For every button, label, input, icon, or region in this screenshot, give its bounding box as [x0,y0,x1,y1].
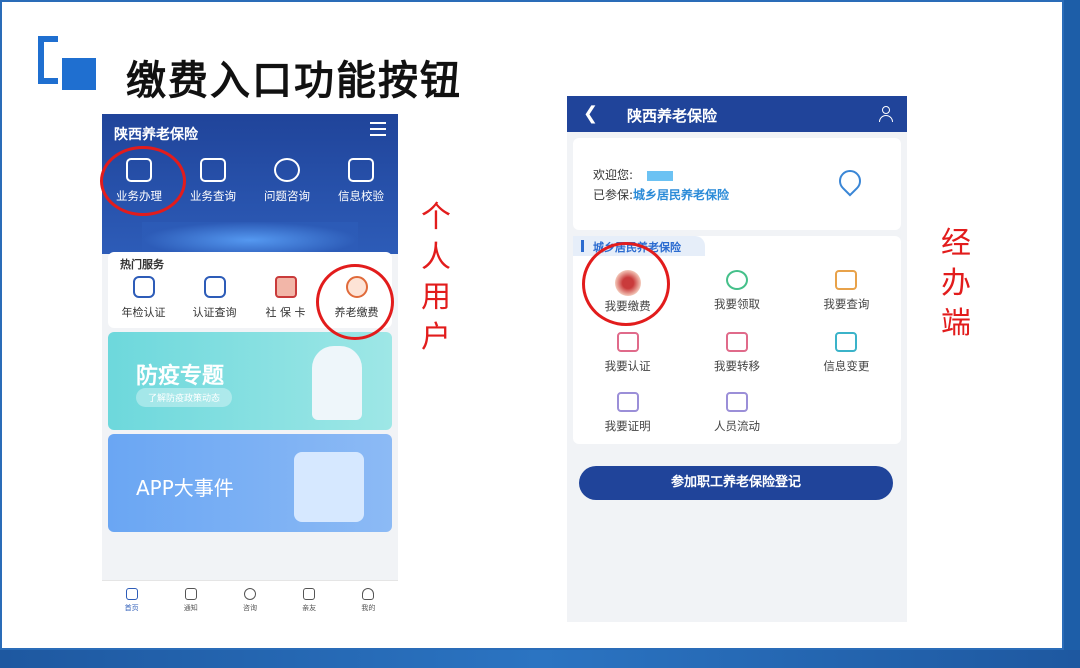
welcome-line: 欢迎您: [593,166,674,183]
banner-link[interactable]: 了解防疫政策动态 [136,388,233,407]
social-card-icon [274,276,297,298]
grid-label: 我要证明 [604,419,651,433]
grid-label: 我要认证 [604,359,651,373]
question-icon [274,158,300,182]
welcome-text: 欢迎您: [593,168,634,182]
chat-icon [243,588,256,600]
tool-consult[interactable]: 问题咨询 [252,158,322,204]
bottom-bar [0,650,1080,668]
camera-icon [616,332,639,352]
slide-title: 缴费入口功能按钮 [126,58,462,104]
hot-label: 社 保 卡 [265,306,306,319]
tab-family[interactable]: 亲友 [289,588,329,613]
tab-notice[interactable]: 通知 [171,588,211,613]
app-events-banner[interactable]: APP大事件 [108,434,392,532]
tab-bar: 首页 通知 咨询 亲友 我的 [102,580,398,620]
grid-transfer[interactable]: 我要转移 [682,332,791,374]
register-button[interactable]: 参加职工养老保险登记 [579,466,893,500]
home-icon [125,588,138,600]
highlight-circle-business [100,146,186,216]
highlight-circle-pay [582,242,670,326]
tool-query[interactable]: 业务查询 [178,158,248,204]
agency-app-screenshot: ❮ 陕西养老保险 欢迎您: 已参保:城乡居民养老保险 城乡居民养老保险 我要缴费… [567,96,907,622]
tab-label: 我的 [361,604,376,612]
app-title: 陕西养老保险 [114,127,198,143]
slide-logo-icon [38,36,96,92]
insured-line: 已参保:城乡居民养老保险 [593,186,729,203]
grid-certificate[interactable]: 我要证明 [573,392,682,434]
grid-label: 我要领取 [713,297,760,311]
label-char: 用 [421,280,451,315]
flow-icon [725,392,748,412]
person-illustration [294,452,364,522]
query-icon [835,270,858,290]
hot-services-title: 热门服务 [120,258,164,271]
tool-verify[interactable]: 信息校验 [326,158,396,204]
change-info-icon [835,332,858,352]
transfer-icon [725,332,748,352]
certificate-icon [616,392,639,412]
menu-icon[interactable] [370,122,386,136]
welcome-card: 欢迎您: 已参保:城乡居民养老保险 [573,138,901,230]
tab-label: 咨询 [242,604,257,612]
tab-label: 首页 [124,604,139,612]
tab-label: 通知 [183,604,198,612]
shield-user-icon [132,276,155,298]
grid-label: 我要转移 [713,359,760,373]
hot-label: 认证查询 [192,306,237,319]
user-icon[interactable] [879,106,893,122]
slide: 缴费入口功能按钮 陕西养老保险 业务办理 业务查询 问题咨询 信息校验 热门服务… [0,0,1064,650]
app-header: ❮ 陕西养老保险 [567,96,907,132]
tab-consult[interactable]: 咨询 [230,588,270,613]
grid-label: 人员流动 [713,419,760,433]
banner-title: 防疫专题 [136,364,225,389]
hot-auth-query[interactable]: 认证查询 [181,276,249,320]
grid-label: 我要查询 [823,297,870,311]
label-char: 户 [421,320,451,355]
insured-label: 已参保: [593,188,634,202]
masked-name [647,170,674,181]
grid-label: 信息变更 [823,359,870,373]
tab-label: 亲友 [302,604,317,612]
tab-mine[interactable]: 我的 [348,588,388,613]
tool-label: 信息校验 [338,189,384,203]
app-title: 陕西养老保险 [627,107,718,125]
highlight-circle-pension-pay [316,264,394,340]
tab-home[interactable]: 首页 [112,588,152,613]
heart-icon [303,588,316,600]
receive-icon [725,270,748,290]
personal-user-label: 个 人 用 户 [420,198,452,358]
label-char: 端 [941,306,971,341]
agency-label: 经 办 端 [940,224,972,344]
label-char: 人 [421,240,451,275]
hot-label: 年检认证 [121,306,166,319]
hot-annual-auth[interactable]: 年检认证 [110,276,178,320]
search-doc-icon [200,158,226,182]
banner-title: APP大事件 [136,476,234,500]
insured-value: 城乡居民养老保险 [633,188,730,202]
grid-auth[interactable]: 我要认证 [573,332,682,374]
grid-flow[interactable]: 人员流动 [682,392,791,434]
grid-change-info[interactable]: 信息变更 [792,332,901,374]
hot-social-card[interactable]: 社 保 卡 [252,276,320,320]
label-char: 经 [941,226,971,261]
star-doc-icon [203,276,226,298]
label-char: 个 [421,200,451,235]
astronaut-illustration [312,346,362,420]
edit-doc-icon [348,158,374,182]
grid-query[interactable]: 我要查询 [792,270,901,314]
grid-receive[interactable]: 我要领取 [682,270,791,314]
tool-label: 问题咨询 [264,189,310,203]
epidemic-banner[interactable]: 防疫专题 了解防疫政策动态 [108,332,392,430]
user-icon [362,588,375,600]
bell-icon [184,588,197,600]
phone-call-icon[interactable] [834,165,866,197]
tool-label: 业务查询 [190,189,236,203]
label-char: 办 [941,266,971,301]
back-icon[interactable]: ❮ [583,103,598,124]
